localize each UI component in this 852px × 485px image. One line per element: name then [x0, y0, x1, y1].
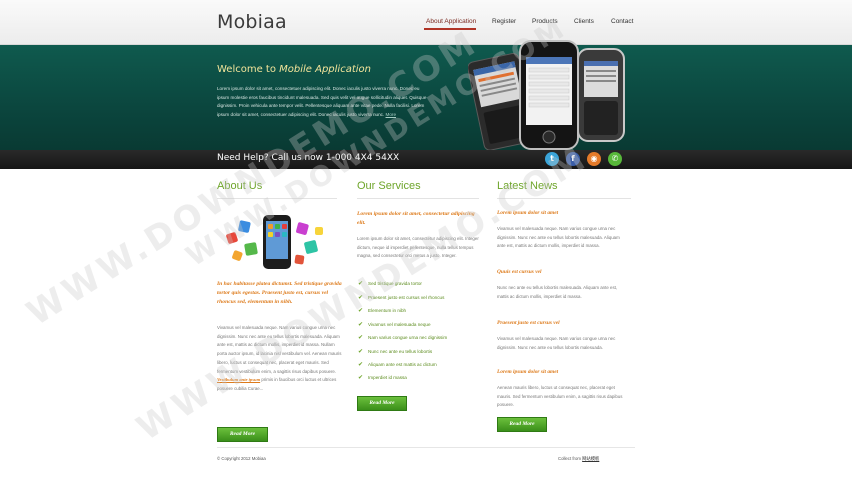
- phone-center: [519, 40, 579, 150]
- service-item-label: Elementum in nibh: [368, 308, 407, 313]
- services-intro: Lorem ipsum dolor sit amet, consectetur …: [357, 211, 475, 227]
- about-body: Vivamus vel malesuada neque. Nam varius …: [217, 324, 343, 394]
- service-item[interactable]: ✔ Aliquam ante est mattis ac dictum: [358, 361, 437, 368]
- about-body-text: Vivamus vel malesuada neque. Nam varius …: [217, 325, 342, 374]
- about-read-more-button[interactable]: Read More: [217, 427, 268, 442]
- nav-item-contact[interactable]: Contact: [611, 18, 633, 25]
- service-item-label: Praesent justo est cursus vel rhoncus: [368, 295, 445, 300]
- service-item-label: Aliquam ante est mattis ac dictum: [368, 362, 437, 367]
- rss-icon[interactable]: ◉: [587, 152, 601, 166]
- check-icon: ✔: [358, 375, 364, 381]
- footer-copyright: © Copyright 2012 Mobiaa: [217, 456, 266, 461]
- services-body: Lorem ipsum dolor sit amet, consectetur …: [357, 236, 479, 259]
- nav-item-clients[interactable]: Clients: [574, 18, 594, 25]
- about-title: About Us: [217, 180, 263, 192]
- nav-item-register[interactable]: Register: [492, 18, 516, 25]
- services-title: Our Services: [357, 180, 421, 192]
- service-item-label: Sed tristique gravida tortor: [368, 281, 422, 286]
- site-header: Mobiaa About Application Register Produc…: [0, 0, 852, 45]
- check-icon: ✔: [358, 295, 364, 301]
- about-intro: In hac habitasse platea dictumst. Sed tr…: [217, 281, 342, 306]
- help-phone-text: Need Help? Call us now 1-000 4X4 54XX: [217, 153, 400, 163]
- news-item-heading[interactable]: Lorem ipsum dolor sit amet: [497, 369, 558, 375]
- nav-item-about-application[interactable]: About Application: [426, 18, 476, 25]
- news-item-heading[interactable]: Quuis est cursus vel: [497, 269, 541, 275]
- check-icon: ✔: [358, 281, 364, 287]
- phones-image: [468, 40, 625, 151]
- news-read-more-button[interactable]: Read More: [497, 417, 547, 432]
- twitter-icon[interactable]: t: [545, 152, 559, 166]
- nav-item-products[interactable]: Products: [532, 18, 558, 25]
- services-read-more-button[interactable]: Read More: [357, 396, 407, 411]
- site-logo[interactable]: Mobiaa: [217, 11, 287, 33]
- news-item-heading[interactable]: Lorem ipsum dolor sit amet: [497, 210, 558, 216]
- news-item-text: Aenean mauris libero, luctus ut consequa…: [497, 385, 623, 408]
- footer-collect-link[interactable]: 网站模板: [582, 456, 599, 461]
- apps-phone-image: [226, 215, 323, 269]
- chat-icon[interactable]: ✆: [608, 152, 622, 166]
- about-body-link[interactable]: Vestibulum ante ipsum: [217, 377, 260, 382]
- check-icon: ✔: [358, 322, 364, 328]
- help-bar: Need Help? Call us now 1-000 4X4 54XX t …: [0, 150, 852, 169]
- news-item-text: Vivamus vel malesuada neque. Nam varius …: [497, 336, 616, 350]
- service-item[interactable]: ✔ Nunc nec ante eu tellus lobortis: [358, 348, 432, 355]
- service-item[interactable]: ✔ Vivamus vel malesuada neque: [358, 321, 431, 328]
- services-divider: [357, 198, 479, 199]
- hero-more-link[interactable]: More: [386, 112, 396, 117]
- news-title: Latest News: [497, 180, 558, 192]
- phone-right: [577, 48, 625, 142]
- hero-banner: Welcome to Mobile Application Lorem ipsu…: [0, 45, 852, 150]
- news-item-text: Vivamus vel malesuada neque. Nam varius …: [497, 226, 620, 249]
- news-item-text: Nunc nec ante eu tellus lobortis malesua…: [497, 285, 618, 299]
- facebook-icon[interactable]: f: [566, 152, 580, 166]
- service-item[interactable]: ✔ Imperdiet id massa: [358, 374, 407, 381]
- about-divider: [217, 198, 337, 199]
- footer-collect: Collect from 网站模板: [558, 456, 599, 462]
- service-item[interactable]: ✔ Sed tristique gravida tortor: [358, 280, 422, 287]
- check-icon: ✔: [358, 349, 364, 355]
- service-item[interactable]: ✔ Nam varius congue urna nec dignissim: [358, 334, 447, 341]
- service-item-label: Nunc nec ante eu tellus lobortis: [368, 349, 433, 354]
- check-icon: ✔: [358, 308, 364, 314]
- service-item-label: Vivamus vel malesuada neque: [368, 322, 431, 327]
- main-content: About Us In hac habitasse platea dictums…: [0, 169, 852, 485]
- nav-active-indicator: [424, 28, 476, 30]
- service-item[interactable]: ✔ Elementum in nibh: [358, 307, 406, 314]
- hero-description: Lorem ipsum dolor sit amet, consectetuer…: [217, 85, 427, 120]
- service-item-label: Nam varius congue urna nec dignissim: [368, 335, 448, 340]
- footer-divider: [217, 447, 635, 448]
- hero-title-emphasis: Mobile Application: [279, 64, 371, 75]
- hero-title: Welcome to Mobile Application: [217, 64, 371, 75]
- news-divider: [497, 198, 631, 199]
- service-item[interactable]: ✔ Praesent justo est cursus vel rhoncus: [358, 294, 444, 301]
- footer-collect-label: Collect from: [558, 456, 581, 461]
- check-icon: ✔: [358, 362, 364, 368]
- news-item-heading[interactable]: Praesent justo est cursus vel: [497, 320, 560, 326]
- check-icon: ✔: [358, 335, 364, 341]
- hero-title-prefix: Welcome to: [217, 64, 280, 75]
- service-item-label: Imperdiet id massa: [368, 375, 407, 380]
